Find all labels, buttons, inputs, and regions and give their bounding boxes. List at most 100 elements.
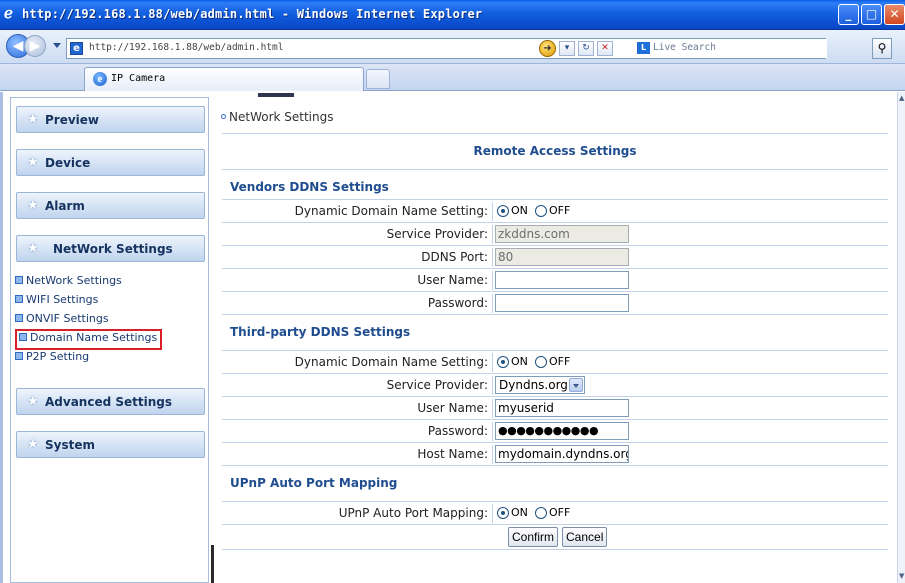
frame-splitter[interactable] [211,545,214,583]
ie-page-icon: e [93,72,107,86]
third-password-input[interactable]: ●●●●●●●●●●● [495,422,629,440]
third-username-input[interactable]: myuserid [495,399,629,417]
menu-label: System [45,438,95,452]
scroll-up-icon[interactable]: ▲ [899,94,904,102]
title-bar: ℯ http://192.168.1.88/web/admin.html - W… [0,0,905,30]
url-input[interactable]: e http://192.168.1.88/web/admin.html ➜ ▾… [66,38,827,59]
star-icon: ★ [27,394,39,409]
upnp-off-radio[interactable] [535,507,547,519]
field-control: ON OFF [492,353,570,372]
vendor-ddns-off-radio[interactable] [535,205,547,217]
row-third-ddns-toggle: Dynamic Domain Name Setting: ON OFF [222,350,888,373]
star-icon: ★ [27,437,39,452]
radio-label: OFF [549,506,571,519]
submenu-wifi-settings[interactable]: WIFI Settings [15,293,98,310]
menu-preview[interactable]: ★ Preview [16,106,205,133]
maximize-button[interactable]: □ [861,4,882,25]
submenu-p2p-setting[interactable]: P2P Setting [15,350,89,367]
compatibility-icon[interactable]: ➜ [539,40,556,57]
bullet-icon [15,295,23,303]
search-input[interactable]: L Live Search [633,39,827,58]
field-control: Dyndns.org [492,376,585,395]
vertical-scrollbar[interactable]: ▲ ▼ [897,92,905,583]
row-third-provider: Service Provider: Dyndns.org [222,373,888,396]
radio-label: ON [511,204,528,217]
submenu-network-settings[interactable]: NetWork Settings [15,274,122,291]
form-header: Remote Access Settings [222,133,888,169]
row-vendor-provider: Service Provider: zkddns.com [222,222,888,245]
third-provider-select[interactable]: Dyndns.org [495,376,585,394]
form-title: Remote Access Settings [473,144,637,158]
forward-button[interactable]: ▶ [24,35,46,57]
stop-icon[interactable]: ✕ [597,41,613,56]
window-title: http://192.168.1.88/web/admin.html - Win… [22,7,483,21]
star-icon: ★ [27,155,39,170]
menu-label: Alarm [45,199,85,213]
history-dropdown-icon[interactable] [53,43,61,48]
section-vendors-ddns: Vendors DDNS Settings [222,169,888,199]
radio-label: OFF [549,355,571,368]
field-control: 80 [492,248,629,267]
vendor-username-input[interactable] [495,271,629,289]
menu-device[interactable]: ★ Device [16,149,205,176]
menu-label: Preview [45,113,100,127]
row-third-hostname: Host Name: mydomain.dyndns.org [222,442,888,465]
field-label: Service Provider: [386,227,488,241]
bullet-icon [15,352,23,360]
vendor-ddns-on-radio[interactable] [497,205,509,217]
menu-label: NetWork Settings [53,242,173,256]
select-value: Dyndns.org [499,378,568,392]
bullet-icon [15,276,23,284]
field-label: Dynamic Domain Name Setting: [294,355,488,369]
scroll-down-icon[interactable]: ▼ [899,572,904,580]
section-third-party-ddns: Third-party DDNS Settings [222,314,888,344]
menu-system[interactable]: ★ System [16,431,205,458]
field-control: mydomain.dyndns.org [492,445,629,464]
refresh-icon[interactable]: ↻ [578,41,594,56]
close-button[interactable]: ✕ [884,4,905,25]
row-third-password: Password: ●●●●●●●●●●● [222,419,888,442]
field-label: User Name: [417,273,488,287]
field-control [492,294,629,313]
field-label: Password: [427,424,488,438]
upnp-on-radio[interactable] [497,507,509,519]
menu-label: Advanced Settings [45,395,173,409]
sidebar: ★ Preview ★ Device ★ Alarm ★ NetWork Set… [10,97,209,583]
url-text: http://192.168.1.88/web/admin.html [89,42,284,53]
confirm-button[interactable]: Confirm [508,527,559,547]
row-third-username: User Name: myuserid [222,396,888,419]
row-upnp-toggle: UPnP Auto Port Mapping: ON OFF [222,501,888,524]
field-label: UPnP Auto Port Mapping: [338,506,488,520]
minimize-button[interactable]: _ [838,4,859,25]
frame-divider-handle[interactable] [258,93,294,97]
field-label: Host Name: [417,447,488,461]
vendor-password-input[interactable] [495,294,629,312]
menu-label: Device [45,156,91,170]
bullet-icon [19,333,27,341]
field-label: DDNS Port: [421,250,488,264]
field-control: zkddns.com [492,225,629,244]
star-icon: ★ [27,112,39,127]
menu-alarm[interactable]: ★ Alarm [16,192,205,219]
submenu-label: P2P Setting [26,350,90,363]
third-hostname-input[interactable]: mydomain.dyndns.org [495,445,629,463]
row-vendor-password: Password: [222,291,888,314]
cancel-button[interactable]: Cancel [562,527,608,547]
submenu-domain-name-settings[interactable]: Domain Name Settings [14,329,163,350]
submenu-onvif-settings[interactable]: ONVIF Settings [15,312,109,329]
tab-label: IP Camera [111,73,166,84]
url-dropdown-icon[interactable]: ▾ [559,41,575,56]
tab-bar: e IP Camera [0,64,905,91]
menu-advanced-settings[interactable]: ★ Advanced Settings [16,388,205,415]
third-ddns-on-radio[interactable] [497,356,509,368]
vendor-port-field: 80 [495,248,629,266]
chevron-down-icon[interactable] [569,378,583,392]
radio-label: OFF [549,204,571,217]
field-control: ON OFF [492,504,570,523]
search-button[interactable]: ⚲ [872,38,892,59]
new-tab-button[interactable] [366,69,390,89]
tab-ip-camera[interactable]: e IP Camera [84,67,364,91]
submenu-label: Domain Name Settings [30,331,158,344]
third-ddns-off-radio[interactable] [535,356,547,368]
menu-network-settings[interactable]: ★ NetWork Settings [16,235,205,262]
